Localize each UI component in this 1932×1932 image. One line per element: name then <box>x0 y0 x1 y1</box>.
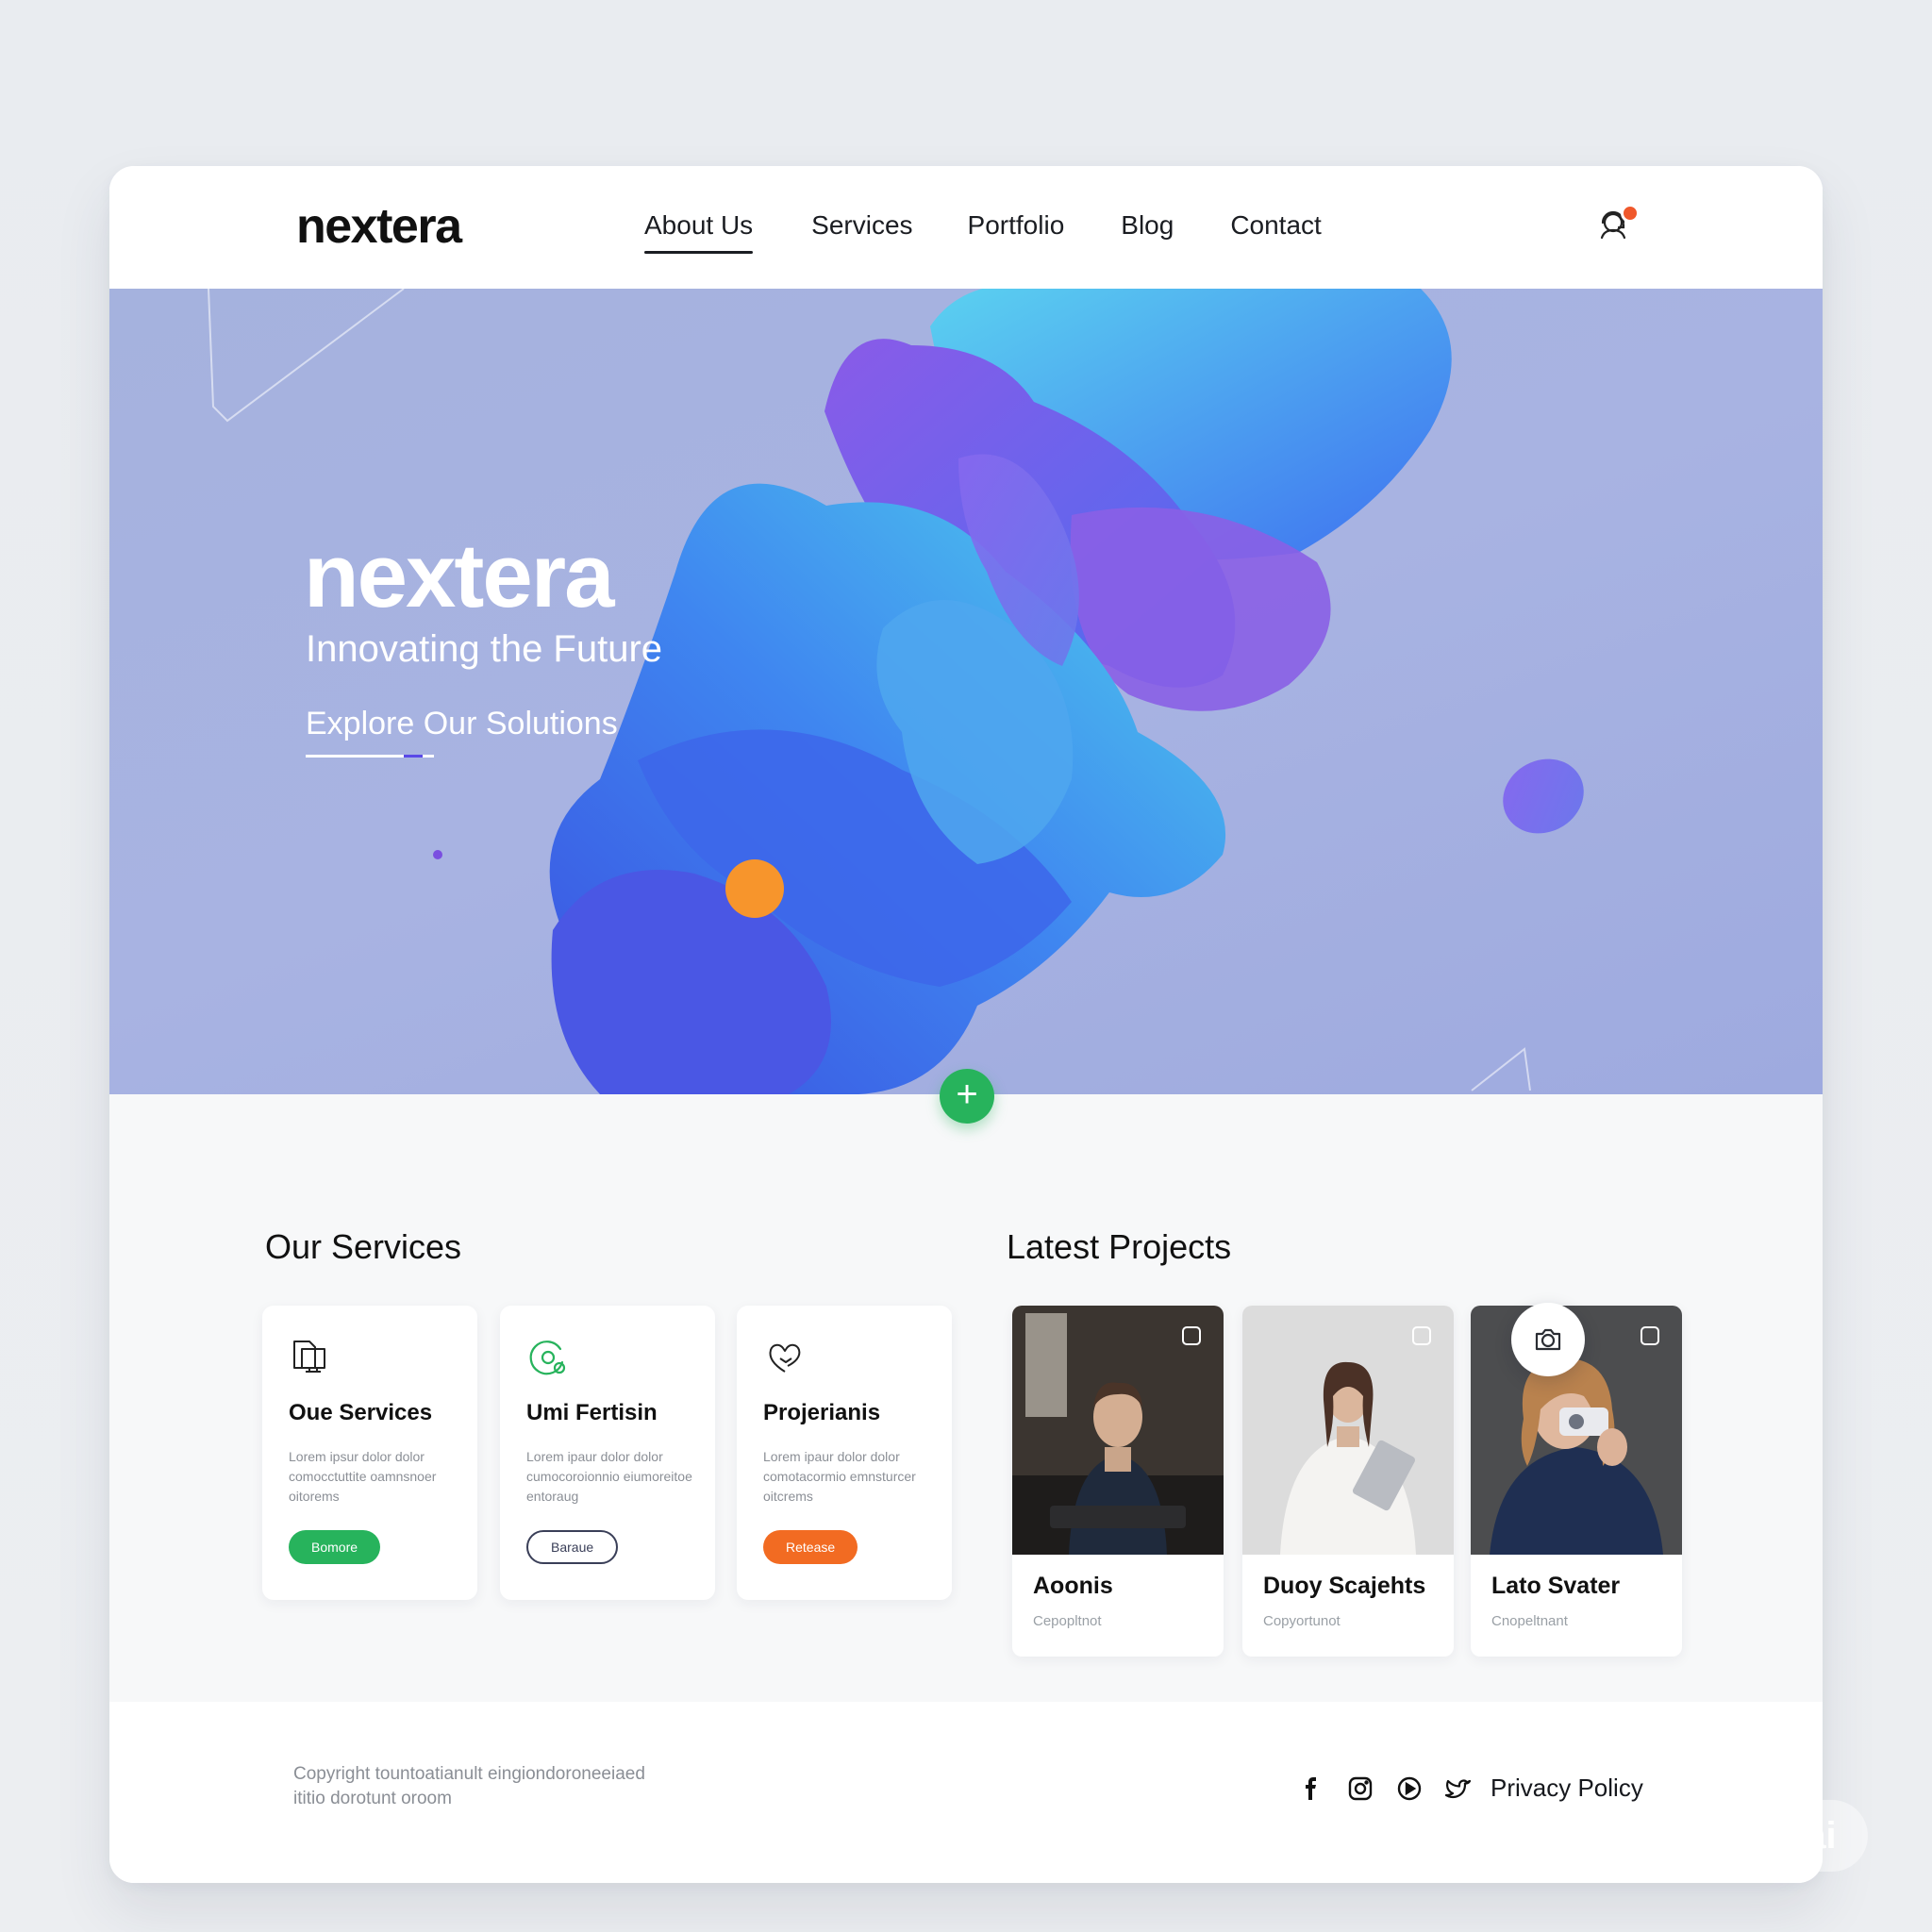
bookmark-icon[interactable] <box>1412 1326 1431 1345</box>
nav-services[interactable]: Services <box>811 210 912 254</box>
nav-portfolio[interactable]: Portfolio <box>968 210 1065 254</box>
projects-heading: Latest Projects <box>1007 1227 1232 1266</box>
hero-subtitle: Innovating the Future <box>306 628 663 670</box>
service-description: Lorem ipsur dolor dolor comocctuttite oa… <box>289 1449 437 1504</box>
service-description: Lorem ipaur dolor dolor comotacormio emn… <box>763 1449 916 1504</box>
bookmark-icon[interactable] <box>1182 1326 1201 1345</box>
main-nav: About Us Services Portfolio Blog Contact <box>644 210 1322 254</box>
nav-contact[interactable]: Contact <box>1230 210 1322 254</box>
service-button[interactable]: Baraue <box>526 1530 619 1564</box>
content-section: Our Services Latest Projects Oue Service… <box>109 1094 1823 1702</box>
heart-hand-icon <box>763 1336 807 1379</box>
document-monitor-icon <box>289 1336 332 1379</box>
facebook-icon[interactable] <box>1296 1774 1326 1804</box>
hero-title: nextera <box>304 525 615 626</box>
service-card[interactable]: Oue Services Lorem ipsur dolor dolor com… <box>262 1306 477 1600</box>
service-button[interactable]: Retease <box>763 1530 858 1564</box>
notification-dot <box>1621 204 1640 223</box>
site-header: nextera About Us Services Portfolio Blog… <box>109 166 1823 289</box>
explore-solutions-link[interactable]: Explore Our Solutions <box>306 706 618 758</box>
instagram-icon[interactable] <box>1345 1774 1375 1804</box>
service-button[interactable]: Bomore <box>289 1530 381 1564</box>
service-card[interactable]: Projerianis Lorem ipaur dolor dolor como… <box>737 1306 952 1600</box>
abstract-3d-shape <box>208 289 1584 1094</box>
project-subtitle: Cnopeltnant <box>1491 1613 1568 1629</box>
copyright-line: Copyright tountoatianult eingiondoroneei… <box>293 1764 645 1784</box>
service-title: Projerianis <box>763 1400 881 1425</box>
brand-logo[interactable]: nextera <box>296 198 462 255</box>
privacy-policy-link[interactable]: Privacy Policy <box>1491 1774 1643 1803</box>
watermark-badge: ai <box>1774 1800 1868 1872</box>
project-title: Aoonis <box>1033 1573 1113 1599</box>
twitter-icon[interactable] <box>1443 1774 1474 1804</box>
site-footer: Copyright tountoatianult eingiondoroneei… <box>109 1702 1823 1883</box>
project-card[interactable]: Duoy Scajehts Copyortunot <box>1242 1306 1454 1657</box>
nav-about-us[interactable]: About Us <box>644 210 754 254</box>
nav-blog[interactable]: Blog <box>1121 210 1174 254</box>
project-title: Duoy Scajehts <box>1263 1573 1426 1599</box>
copyright-text: Copyright tountoatianult eingiondoroneei… <box>293 1762 690 1811</box>
camera-icon[interactable] <box>1511 1303 1585 1376</box>
project-card[interactable]: Aoonis Cepopltnot <box>1012 1306 1224 1657</box>
service-title: Umi Fertisin <box>526 1400 658 1425</box>
copyright-line: ititio dorotunt oroom <box>293 1789 452 1808</box>
page-frame: nextera About Us Services Portfolio Blog… <box>109 166 1823 1883</box>
hero-banner: nextera Innovating the Future Explore Ou… <box>109 289 1823 1094</box>
project-title: Lato Svater <box>1491 1573 1621 1599</box>
bookmark-icon[interactable] <box>1641 1326 1659 1345</box>
project-subtitle: Cepopltnot <box>1033 1613 1102 1629</box>
service-card[interactable]: Umi Fertisin Lorem ipaur dolor dolor cum… <box>500 1306 715 1600</box>
project-subtitle: Copyortunot <box>1263 1613 1341 1629</box>
support-agent-icon[interactable] <box>1594 204 1645 255</box>
expand-plus-button[interactable]: + <box>940 1069 994 1124</box>
services-heading: Our Services <box>265 1227 462 1266</box>
service-description: Lorem ipaur dolor dolor cumocoroionnio e… <box>526 1449 692 1504</box>
social-links <box>1296 1774 1474 1804</box>
service-title: Oue Services <box>289 1400 433 1425</box>
refresh-target-icon <box>526 1336 570 1379</box>
play-icon[interactable] <box>1394 1774 1424 1804</box>
